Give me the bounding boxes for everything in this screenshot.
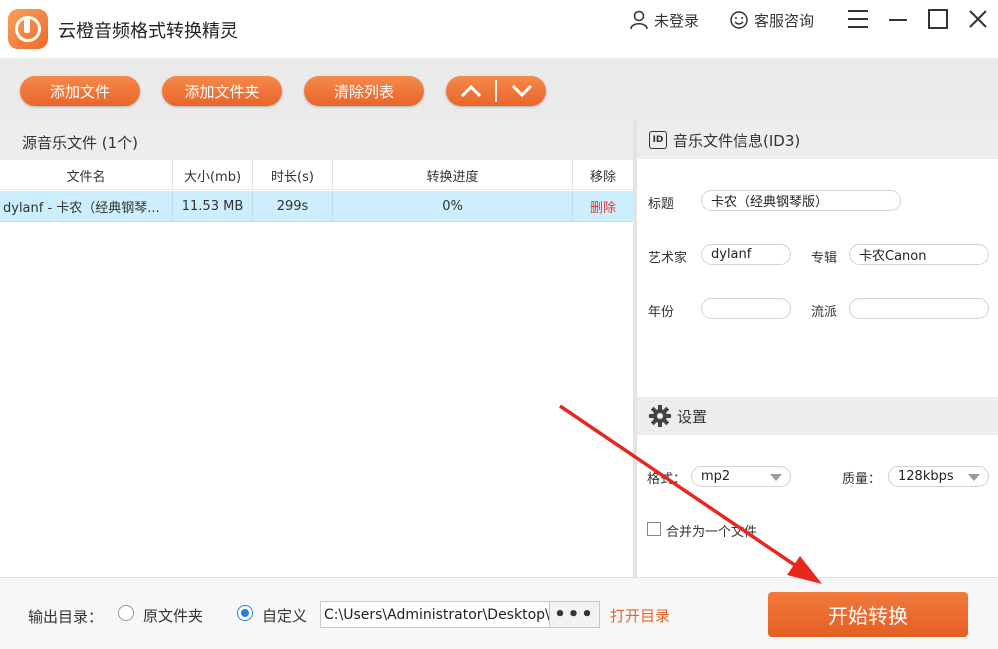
format-value: mp2 [701,469,731,484]
clear-list-button[interactable]: 清除列表 [304,76,424,106]
album-field[interactable]: 卡农Canon [849,244,989,265]
menu-button[interactable] [845,6,871,32]
maximize-icon [928,9,948,29]
column-filename[interactable]: 文件名 [0,160,173,190]
id3-header-label: 音乐文件信息(ID3) [673,131,801,150]
minimize-button[interactable] [885,6,911,32]
browse-button[interactable]: ••• [550,601,600,628]
minimize-icon [889,19,907,21]
column-progress[interactable]: 转换进度 [333,160,573,190]
title-bar: 云橙音频格式转换精灵 未登录 客服咨询 [0,0,998,58]
open-directory-link[interactable]: 打开目录 [610,605,670,626]
genre-field[interactable] [849,298,989,319]
file-list-header: 源音乐文件 (1个) [0,121,633,160]
original-folder-label[interactable]: 原文件夹 [143,605,203,626]
support-label: 客服咨询 [754,11,815,30]
smile-icon [730,11,748,29]
radio-original-folder[interactable] [118,605,134,621]
table-row[interactable]: dylanf - 卡农（经典钢琴... 11.53 MB 299s 0% 删除 [0,191,633,222]
login-button[interactable]: 未登录 [629,8,699,32]
quality-label: 质量： [842,472,882,487]
id3-section-header: ID 音乐文件信息(ID3) [637,121,998,159]
file-name-cell: dylanf - 卡农（经典钢琴... [0,191,173,222]
close-icon [969,10,987,28]
gear-icon [649,405,671,427]
move-up-button[interactable] [446,76,495,106]
move-down-button[interactable] [497,76,546,106]
chevron-up-icon [460,84,481,98]
user-icon [630,10,648,30]
column-duration[interactable]: 时长(s) [253,160,333,190]
app-logo-icon [8,9,48,49]
genre-label: 流派 [811,305,838,320]
artist-label: 艺术家 [648,251,688,266]
column-size[interactable]: 大小(mb) [173,160,253,190]
delete-link[interactable]: 删除 [573,191,633,222]
reorder-buttons [446,76,546,106]
maximize-button[interactable] [925,6,951,32]
file-list-panel: 源音乐文件 (1个) 文件名 大小(mb) 时长(s) 转换进度 移除 dyla… [0,121,633,577]
settings-header-label: 设置 [677,407,708,426]
file-count-label: 源音乐文件 (1个) [22,134,139,152]
format-select[interactable]: mp2 [691,466,791,487]
file-size-cell: 11.53 MB [173,191,253,222]
output-dir-label: 输出目录： [28,608,104,626]
title-label: 标题 [648,197,675,212]
custom-folder-label[interactable]: 自定义 [262,605,307,626]
merge-checkbox[interactable] [647,522,661,536]
album-label: 专辑 [811,251,838,266]
quality-value: 128kbps [898,469,954,484]
artist-field[interactable]: dylanf [701,244,791,265]
support-button[interactable]: 客服咨询 [729,8,814,32]
start-convert-button[interactable]: 开始转换 [768,592,968,637]
output-path-input[interactable]: C:\Users\Administrator\Desktop\ [320,601,550,628]
title-field[interactable]: 卡农（经典钢琴版） [701,190,901,211]
caret-down-icon [770,474,782,481]
hamburger-icon [848,10,868,28]
file-duration-cell: 299s [253,191,333,222]
info-panel: ID 音乐文件信息(ID3) 标题 卡农（经典钢琴版） 艺术家 dylanf 专… [637,121,998,577]
id-badge-icon: ID [649,131,667,149]
year-field[interactable] [701,298,791,319]
close-button[interactable] [965,6,991,32]
output-bar: 输出目录： 原文件夹 自定义 C:\Users\Administrator\De… [0,577,998,649]
toolbar: 添加文件 添加文件夹 清除列表 [0,58,998,121]
year-label: 年份 [648,305,675,320]
app-title: 云橙音频格式转换精灵 [58,21,238,42]
radio-custom-folder[interactable] [237,605,253,621]
column-remove[interactable]: 移除 [573,160,633,190]
file-progress-cell: 0% [333,191,573,222]
settings-section-header: 设置 [637,397,998,435]
format-label: 格式： [647,472,687,487]
chevron-down-icon [511,84,532,98]
merge-label: 合并为一个文件 [666,525,758,540]
login-label: 未登录 [654,11,700,30]
quality-select[interactable]: 128kbps [888,466,989,487]
caret-down-icon [968,474,980,481]
column-header-row: 文件名 大小(mb) 时长(s) 转换进度 移除 [0,160,633,190]
add-folder-button[interactable]: 添加文件夹 [162,76,282,106]
add-file-button[interactable]: 添加文件 [20,76,140,106]
